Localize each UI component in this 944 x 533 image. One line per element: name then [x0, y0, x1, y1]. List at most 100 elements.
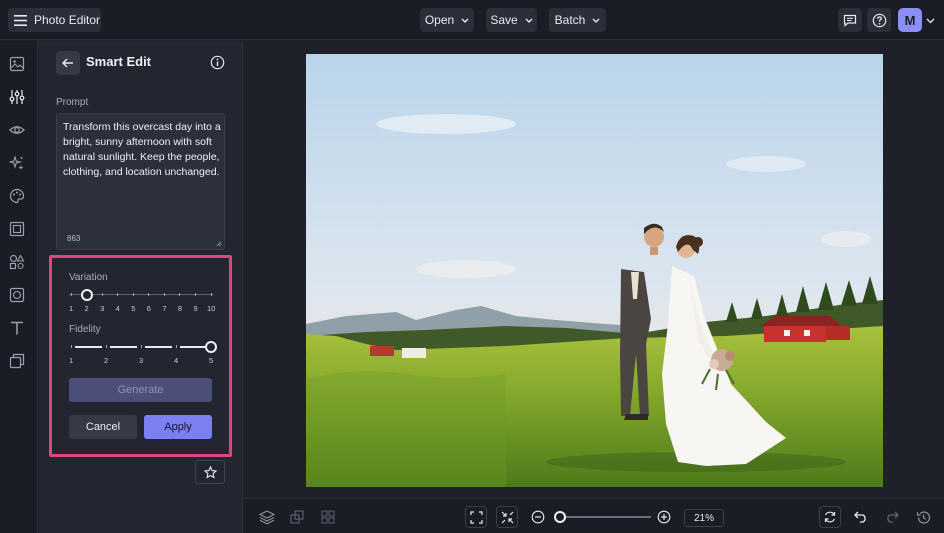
shapes-icon[interactable] — [9, 254, 27, 272]
open-label: Open — [424, 13, 455, 27]
variation-tick-label: 4 — [115, 304, 120, 313]
variation-slider[interactable]: 1 2 3 4 5 6 7 8 9 10 — [69, 288, 215, 313]
chevron-down-icon — [461, 18, 469, 23]
bottom-bar: 21% — [244, 498, 944, 533]
variation-label: Variation — [69, 272, 108, 283]
comment-icon — [843, 14, 857, 27]
link-crop-icon[interactable] — [286, 506, 308, 528]
variation-tick-label: 9 — [193, 304, 198, 313]
char-count: 863 — [67, 234, 81, 243]
save-menu-button[interactable]: Save — [486, 8, 537, 32]
fidelity-handle[interactable] — [205, 341, 217, 353]
fidelity-label: Fidelity — [69, 324, 101, 335]
palette-icon[interactable] — [9, 188, 27, 206]
zoom-level[interactable]: 21% — [684, 509, 724, 527]
variation-tick-mark — [148, 293, 150, 296]
redo-icon[interactable] — [881, 506, 903, 528]
variation-tick-label: 7 — [162, 304, 167, 313]
fidelity-tick-mark — [140, 345, 142, 348]
variation-tick-label: 5 — [131, 304, 136, 313]
chevron-down-icon — [525, 18, 533, 23]
layers-icon[interactable] — [256, 506, 278, 528]
rotate-icon[interactable] — [819, 506, 841, 528]
favorite-button[interactable] — [195, 460, 225, 484]
batch-menu-button[interactable]: Batch — [549, 8, 606, 32]
fit-screen-icon[interactable] — [465, 506, 487, 528]
variation-tick-label: 1 — [69, 304, 74, 313]
adjustments-icon[interactable] — [9, 89, 27, 107]
sparkles-icon[interactable] — [9, 155, 27, 173]
account-chevron-down-icon[interactable] — [926, 18, 935, 24]
canvas-area — [244, 41, 944, 498]
tool-rail — [0, 41, 38, 533]
help-button[interactable] — [867, 8, 891, 32]
avatar[interactable]: M — [898, 8, 922, 32]
overlay-icon[interactable] — [9, 287, 27, 305]
fidelity-segment — [110, 346, 137, 348]
variation-tick-mark — [194, 293, 196, 296]
fidelity-tick-mark — [175, 345, 177, 348]
fidelity-tick-label: 4 — [174, 356, 179, 365]
variation-tick-mark — [117, 293, 119, 296]
feedback-button[interactable] — [838, 8, 862, 32]
variation-tick-mark — [163, 293, 165, 296]
variation-tick-label: 8 — [177, 304, 183, 313]
apply-label: Apply — [164, 421, 192, 433]
variation-tick-label: 3 — [100, 304, 105, 313]
eye-icon[interactable] — [9, 122, 27, 140]
zoom-slider[interactable] — [553, 510, 651, 524]
variation-tick-mark — [179, 293, 181, 296]
apply-button[interactable]: Apply — [144, 415, 212, 439]
image-icon[interactable] — [9, 56, 27, 74]
generate-label: Generate — [117, 384, 164, 396]
cancel-label: Cancel — [85, 421, 121, 433]
resize-handle-icon[interactable] — [216, 241, 222, 247]
chevron-down-icon — [592, 18, 600, 23]
open-menu-button[interactable]: Open — [420, 8, 474, 32]
variation-tick-label: 10 — [207, 304, 216, 313]
panel-title: Smart Edit — [86, 54, 152, 69]
zoom-out-icon[interactable] — [527, 506, 549, 528]
hamburger-icon — [14, 14, 27, 26]
fidelity-tick-mark — [105, 345, 107, 348]
variation-handle[interactable] — [80, 289, 93, 301]
back-button[interactable] — [56, 51, 80, 75]
variation-tick-mark — [70, 293, 72, 296]
variation-tick-mark — [101, 293, 103, 296]
fidelity-slider[interactable]: 1 2 3 4 5 — [69, 340, 217, 365]
star-icon — [203, 465, 217, 479]
save-label: Save — [490, 13, 518, 27]
prompt-text: Transform this overcast day into a brigh… — [63, 121, 221, 178]
zoom-in-icon[interactable] — [653, 506, 675, 528]
generate-button[interactable]: Generate — [69, 378, 212, 402]
frame-icon[interactable] — [9, 221, 27, 239]
undo-icon[interactable] — [850, 506, 872, 528]
variation-tick-mark — [132, 293, 134, 296]
fidelity-tick-label: 3 — [139, 356, 144, 365]
history-icon[interactable] — [912, 506, 934, 528]
layers-graphic-icon[interactable] — [9, 353, 27, 371]
fidelity-segment — [145, 346, 172, 348]
zoom-handle[interactable] — [553, 511, 566, 523]
prompt-label: Prompt — [56, 97, 89, 108]
arrow-left-icon — [62, 58, 74, 68]
cancel-button[interactable]: Cancel — [69, 415, 137, 439]
fidelity-tick-label: 2 — [104, 356, 109, 365]
actual-size-icon[interactable] — [496, 506, 518, 528]
fidelity-tick-label: 5 — [209, 356, 214, 365]
fidelity-segment — [75, 346, 102, 348]
variation-tick-mark — [210, 293, 212, 296]
batch-label: Batch — [554, 13, 586, 27]
help-icon — [872, 13, 887, 28]
app-menu-button[interactable]: Photo Editor — [8, 8, 101, 32]
text-icon[interactable] — [9, 320, 27, 338]
top-bar: Photo Editor Open Save Batch M — [0, 0, 944, 40]
variation-tick-label: 6 — [146, 304, 151, 313]
info-icon[interactable] — [210, 55, 225, 70]
fidelity-tick-label: 1 — [69, 356, 74, 365]
photo[interactable] — [306, 54, 883, 487]
smart-edit-panel: Smart Edit Prompt Transform this overcas… — [39, 41, 243, 533]
grid-icon[interactable] — [317, 506, 339, 528]
prompt-textarea[interactable]: Transform this overcast day into a brigh… — [56, 113, 225, 250]
avatar-initial: M — [904, 12, 916, 28]
